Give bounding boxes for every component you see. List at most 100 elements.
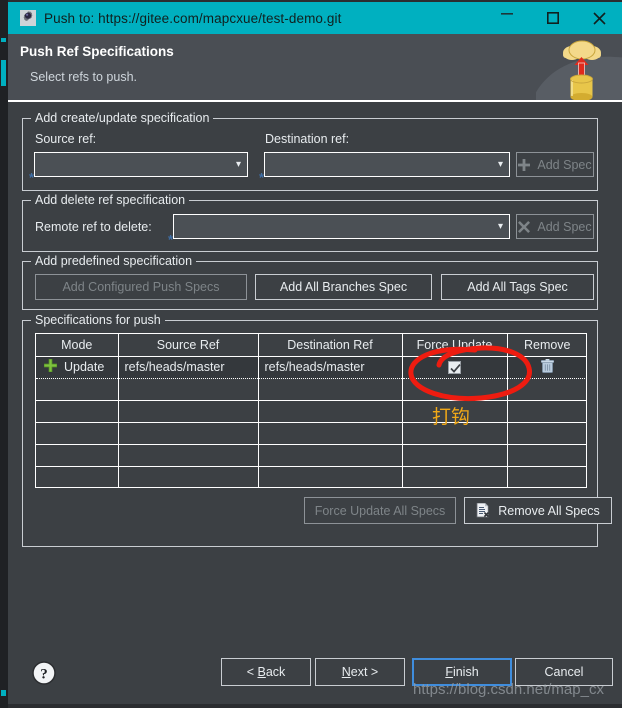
chevron-down-icon: ▾ [497,158,503,170]
add-configured-push-specs-label: Add Configured Push Specs [62,280,220,294]
column-header-force-update[interactable]: Force Update [402,334,508,356]
add-create-update-spec-button[interactable]: Add Spec [516,152,594,177]
cell-empty [118,400,259,423]
destination-ref-label: Destination ref: [265,132,350,146]
cell-empty [507,444,586,467]
predefined-group-legend: Add predefined specification [31,254,197,268]
source-ref-combo[interactable]: ▾ [34,152,248,177]
add-all-branches-spec-button[interactable]: Add All Branches Spec [255,274,432,300]
remote-ref-required-marker: * [168,232,174,247]
minimize-button[interactable] [484,2,530,34]
destination-ref-combo[interactable]: ▾ [264,152,510,177]
column-header-remove[interactable]: Remove [507,334,586,356]
specs-group-legend: Specifications for push [31,313,165,327]
cell-empty [507,400,586,423]
delete-ref-specification-group: Add delete ref specification Remote ref … [22,193,598,252]
cell-empty [258,378,403,401]
cell-empty [258,466,403,487]
source-ref-label: Source ref: [35,132,97,146]
back-button[interactable]: < Back [221,658,311,686]
remove-all-specs-button[interactable]: Remove All Specs [464,497,612,524]
chevron-down-icon: ▾ [235,158,241,170]
force-update-all-specs-button[interactable]: Force Update All Specs [304,497,456,524]
predefined-specification-group: Add predefined specification Add Configu… [22,254,598,310]
cell-empty [36,466,119,487]
cell-empty [402,444,508,467]
column-header-source-ref[interactable]: Source Ref [118,334,259,356]
table-row-empty[interactable] [36,400,586,423]
window-controls [484,2,622,34]
help-question-icon[interactable]: ? [32,661,56,685]
finish-mnemonic: F [445,665,453,679]
close-button[interactable] [576,2,622,34]
table-body: Update refs/heads/master refs/heads/master [36,355,586,487]
next-button[interactable]: Next > [315,658,405,686]
cell-empty [36,444,119,467]
cell-empty [36,400,119,423]
column-header-mode[interactable]: Mode [36,334,119,356]
create-update-specification-group: Add create/update specification Source r… [22,111,598,191]
cell-empty [118,378,259,401]
watermark-text: https://blog.csdn.net/map_cx [413,681,604,698]
table-row[interactable]: Update refs/heads/master refs/heads/master [36,355,586,379]
back-mnemonic: B [257,665,266,679]
finish-button-label: Finish [445,665,479,679]
svg-text:?: ? [40,667,48,683]
add-configured-push-specs-button[interactable]: Add Configured Push Specs [35,274,247,300]
force-update-all-specs-label: Force Update All Specs [314,503,446,518]
add-all-branches-spec-label: Add All Branches Spec [279,280,408,294]
table-row-empty[interactable] [36,466,586,487]
cell-remove[interactable] [507,355,586,379]
column-header-destination-ref[interactable]: Destination Ref [258,334,403,356]
cell-empty [258,422,403,445]
page-subtitle: Select refs to push. [30,70,138,84]
cell-empty [402,378,508,401]
trash-icon[interactable] [540,358,555,376]
wizard-header: Push Ref Specifications Select refs to p… [8,34,622,100]
table-header-row: Mode Source Ref Destination Ref Force Up… [36,334,586,356]
cell-empty [118,466,259,487]
table-row-empty[interactable] [36,444,586,467]
cell-empty [258,444,403,467]
add-delete-spec-button[interactable]: Add Spec [516,214,594,239]
remote-ref-to-delete-label: Remote ref to delete: [35,220,152,234]
remote-ref-to-delete-combo[interactable]: ▾ [173,214,510,239]
force-update-checkbox[interactable] [448,361,461,375]
add-create-update-spec-label: Add Spec [537,157,592,172]
push-specifications-table[interactable]: Mode Source Ref Destination Ref Force Up… [35,333,587,488]
page-title: Push Ref Specifications [20,44,174,59]
next-mnemonic: N [341,665,351,679]
cell-empty [36,378,119,401]
cell-empty [507,466,586,487]
maximize-button[interactable] [530,2,576,34]
cancel-button-label: Cancel [544,665,584,679]
cross-icon [518,220,531,233]
document-delete-icon [476,502,491,519]
delete-group-legend: Add delete ref specification [31,193,190,207]
cell-empty [507,378,586,401]
cell-empty [402,466,508,487]
table-row-empty[interactable] [36,422,586,445]
add-all-tags-spec-button[interactable]: Add All Tags Spec [441,274,594,300]
add-all-tags-spec-label: Add All Tags Spec [467,280,568,294]
push-to-cloud-icon [532,34,622,100]
title-bar: Push to: https://gitee.com/mapcxue/test-… [8,2,622,34]
table-row-empty[interactable] [36,378,586,401]
cell-empty [36,422,119,445]
dialog-body: Add create/update specification Source r… [8,102,622,643]
source-ref-required-marker: * [29,170,35,185]
cell-source-ref: refs/heads/master [118,355,259,379]
cell-mode: Update [36,355,119,379]
cell-mode-label: Update [64,360,105,374]
green-plus-icon [43,358,58,375]
cell-force-update-checkbox[interactable] [402,355,508,379]
destination-ref-required-marker: * [259,170,265,185]
back-button-label: < Back [246,665,286,679]
plus-icon [518,158,531,171]
remove-all-specs-label: Remove All Specs [498,503,600,518]
chevron-down-icon: ▾ [497,220,503,232]
cell-destination-ref: refs/heads/master [258,355,403,379]
window-title: Push to: https://gitee.com/mapcxue/test-… [44,10,342,26]
annotation-note: 打钩 [432,406,471,428]
cell-empty [118,444,259,467]
